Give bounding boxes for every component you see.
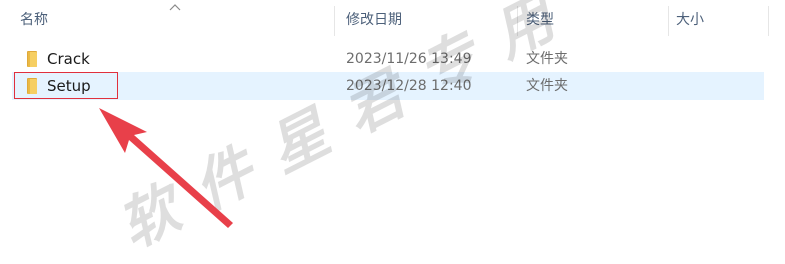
- folder-icon: [27, 51, 37, 67]
- column-header-bar: 名称 修改日期 类型 大小: [0, 0, 785, 40]
- column-divider[interactable]: [517, 6, 518, 36]
- file-modified-date: 2023/12/28 12:40: [346, 78, 472, 94]
- folder-icon: [27, 78, 37, 94]
- column-header-type[interactable]: 类型: [526, 0, 554, 40]
- file-name: Crack: [47, 50, 90, 68]
- column-header-size[interactable]: 大小: [676, 0, 704, 40]
- file-modified-date: 2023/11/26 13:49: [346, 51, 472, 67]
- file-type: 文件夹: [526, 78, 568, 94]
- sort-ascending-icon: [169, 4, 181, 11]
- column-divider[interactable]: [668, 6, 669, 36]
- file-name: Setup: [47, 77, 91, 95]
- column-divider[interactable]: [768, 6, 769, 36]
- arrow-shape: [99, 108, 233, 228]
- column-header-modified[interactable]: 修改日期: [346, 0, 402, 40]
- file-row-crack[interactable]: Crack 2023/11/26 13:49 文件夹: [12, 45, 764, 73]
- column-divider[interactable]: [334, 6, 335, 36]
- file-type: 文件夹: [526, 51, 568, 67]
- file-row-setup[interactable]: Setup 2023/12/28 12:40 文件夹: [12, 72, 764, 100]
- column-header-name[interactable]: 名称: [20, 0, 48, 40]
